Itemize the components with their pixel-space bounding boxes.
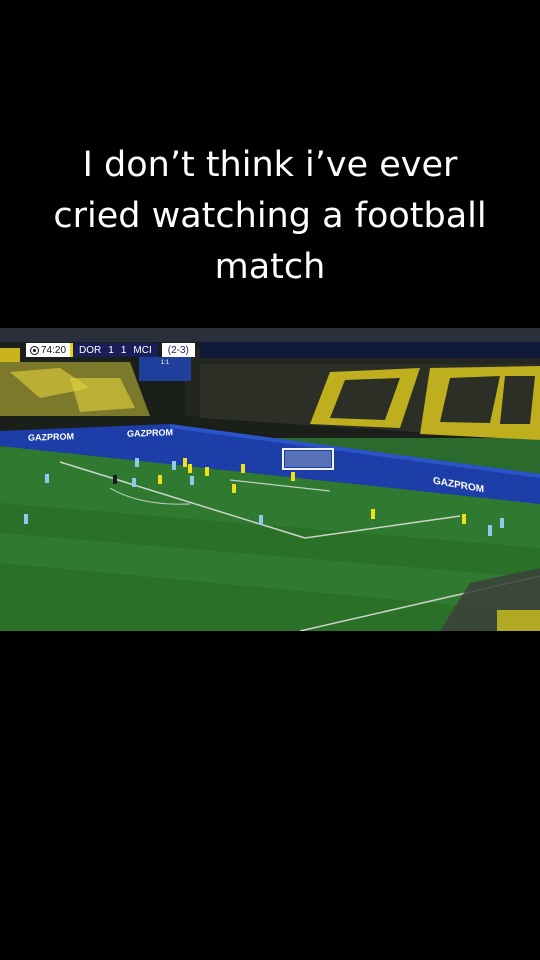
player-blue — [500, 518, 504, 528]
caption-line-1: I don’t think i’ve ever — [82, 145, 458, 185]
player-yellow — [291, 472, 295, 481]
match-scoreboard: 74:20 DOR 1 1 MCI (2-3) — [26, 343, 195, 357]
score-panel: 1:1 — [139, 357, 191, 381]
player-blue — [24, 514, 28, 524]
player-yellow — [241, 464, 245, 473]
player-yellow — [188, 464, 192, 473]
aggregate-score: (2-3) — [161, 343, 195, 357]
player-blue — [135, 458, 139, 467]
away-team: MCI — [133, 344, 152, 356]
player-blue — [488, 525, 492, 536]
player-blue — [259, 515, 263, 525]
player-blue — [172, 461, 176, 470]
pitchside-board — [497, 610, 540, 631]
player-yellow — [205, 467, 209, 476]
player-blue — [45, 474, 49, 483]
gazprom-board-center: GAZPROM — [127, 427, 173, 439]
stand-seats — [0, 348, 20, 362]
player-yellow — [371, 509, 375, 519]
caption-line-3: match — [214, 247, 326, 287]
clock-time: 74:20 — [41, 344, 67, 356]
match-clock: 74:20 — [26, 343, 71, 357]
panel-score: 1:1 — [160, 360, 170, 366]
home-score: 1 — [108, 344, 114, 356]
player-blue — [132, 478, 136, 487]
goal-net — [285, 451, 331, 467]
home-team: DOR — [79, 344, 102, 356]
team-scores: DOR 1 1 MCI — [70, 343, 158, 357]
caption-line-2: cried watching a football — [53, 196, 487, 236]
roof-edge — [0, 328, 540, 342]
video-caption: I don’t think i’ve ever cried watching a… — [20, 140, 520, 293]
player-yellow — [462, 514, 466, 524]
away-score: 1 — [120, 344, 127, 356]
player-yellow — [158, 475, 162, 484]
stand-gap — [500, 376, 535, 424]
stand-gap — [440, 376, 500, 423]
player-blue — [190, 476, 194, 485]
player-yellow — [183, 458, 187, 467]
gazprom-board-left: GAZPROM — [28, 431, 74, 443]
ball-icon — [30, 345, 39, 355]
top-led-board — [200, 342, 540, 358]
player-yellow — [232, 484, 236, 493]
match-video-frame[interactable]: GAZPROM GAZPROM GAZPROM — [0, 328, 540, 631]
referee — [113, 475, 117, 484]
